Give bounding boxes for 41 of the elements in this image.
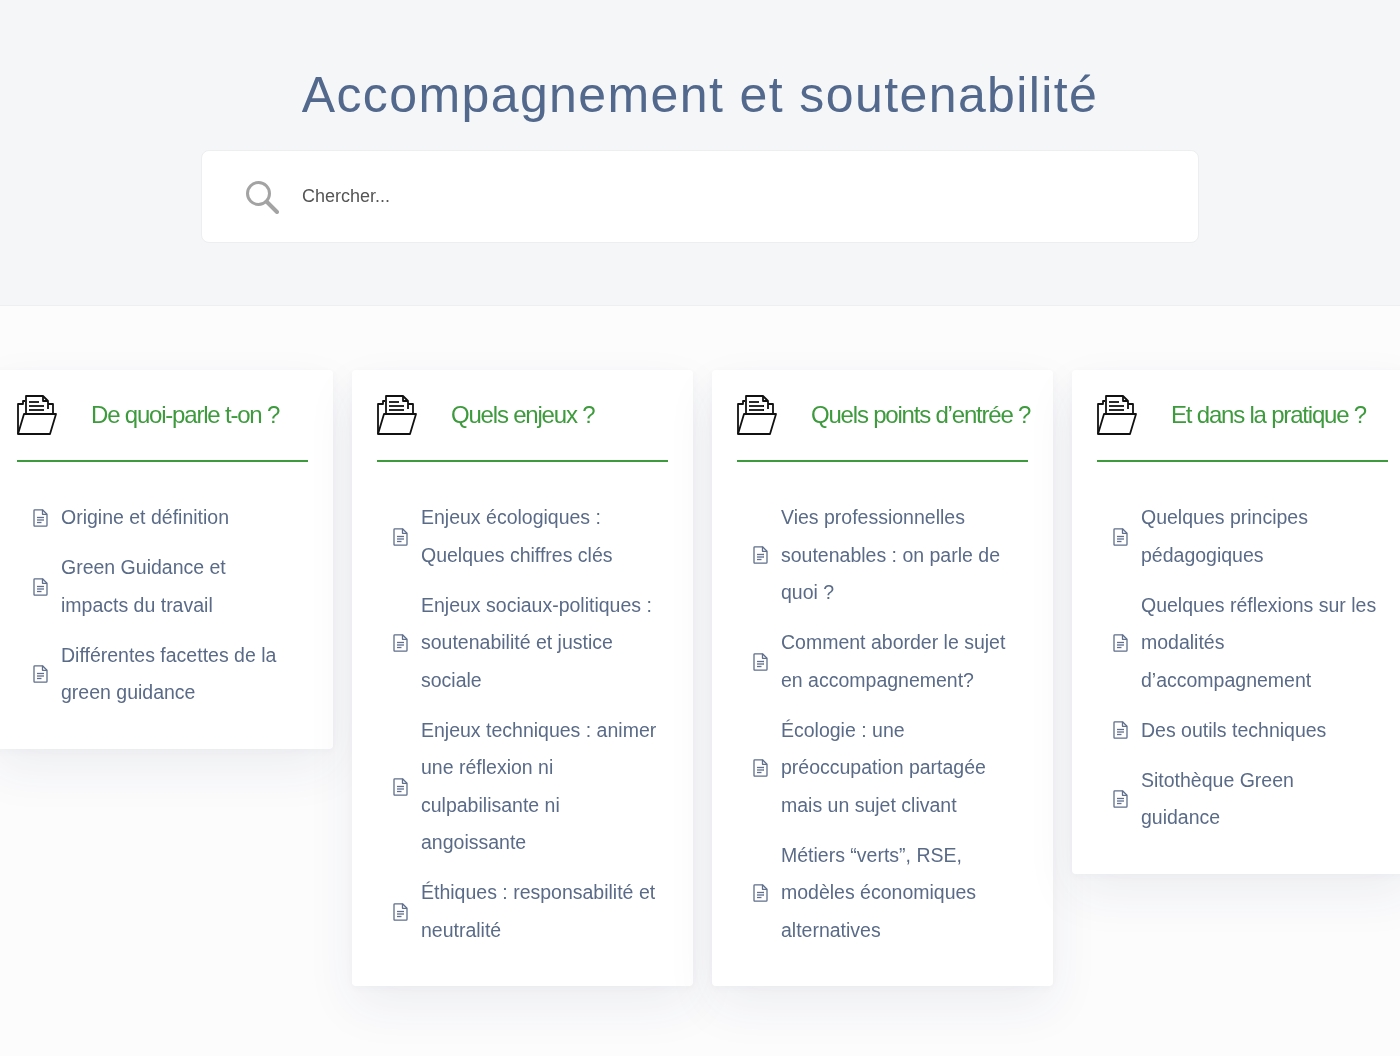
- document-icon: [393, 527, 408, 546]
- topic-link[interactable]: Éthiques : responsabilité et neutralité: [421, 874, 658, 949]
- document-icon: [753, 652, 768, 671]
- document-icon: [1113, 527, 1128, 546]
- section-heading: Et dans la pratique ?: [1171, 401, 1366, 429]
- topic-link[interactable]: Enjeux techniques : animer une réflexion ni culpabilisante ni angoissante: [421, 711, 658, 862]
- folder-document-icon: [17, 395, 57, 435]
- document-icon: [753, 546, 768, 565]
- page-title: Accompagnement et soutenabilité: [301, 66, 1099, 125]
- folder-document-icon: [737, 395, 777, 435]
- document-icon: [753, 758, 768, 777]
- document-icon: [1113, 721, 1128, 740]
- document-icon: [33, 577, 48, 596]
- folder-document-icon: [1097, 395, 1137, 435]
- document-icon: [1113, 790, 1128, 808]
- topic-link[interactable]: Vies professionnelles soutenables : on parle de quoi ?: [781, 499, 1018, 612]
- document-icon: [393, 902, 408, 921]
- search-field[interactable]: Chercher...: [201, 150, 1199, 243]
- topic-link[interactable]: Quelques réflexions sur les modalités d’accompagnement: [1141, 586, 1378, 699]
- document-icon: [393, 633, 408, 652]
- section-heading: De quoi-parle t-on ?: [91, 401, 280, 429]
- section-heading: Quels points d’entrée ?: [811, 401, 1031, 429]
- topic-link[interactable]: Enjeux écologiques : Quelques chiffres clés: [421, 499, 658, 574]
- topic-link[interactable]: Des outils techniques: [1141, 711, 1378, 749]
- document-icon: [33, 665, 48, 683]
- section-heading: Quels enjeux ?: [451, 401, 595, 429]
- topic-link[interactable]: Différentes facettes de la green guidance: [61, 636, 298, 712]
- folder-document-icon: [377, 395, 417, 435]
- topic-link[interactable]: Comment aborder le sujet en accompagnement?: [781, 624, 1018, 699]
- search-icon: [245, 180, 279, 214]
- topic-link[interactable]: Sitothèque Green guidance: [1141, 761, 1378, 837]
- topic-link[interactable]: Origine et définition: [61, 499, 298, 537]
- topic-link[interactable]: Quelques principes pédagogiques: [1141, 499, 1378, 574]
- document-icon: [753, 883, 768, 902]
- document-icon: [393, 777, 408, 796]
- topic-link[interactable]: Green Guidance et impacts du travail: [61, 549, 298, 624]
- topic-link[interactable]: Métiers “verts”, RSE, modèles économiques alternatives: [781, 836, 1018, 949]
- topic-link[interactable]: Écologie : une préoccupation partagée mais un sujet clivant: [781, 711, 1018, 824]
- document-icon: [1113, 633, 1128, 652]
- document-icon: [33, 508, 48, 527]
- topic-link[interactable]: Enjeux sociaux-politiques : soutenabilité et justice sociale: [421, 586, 658, 699]
